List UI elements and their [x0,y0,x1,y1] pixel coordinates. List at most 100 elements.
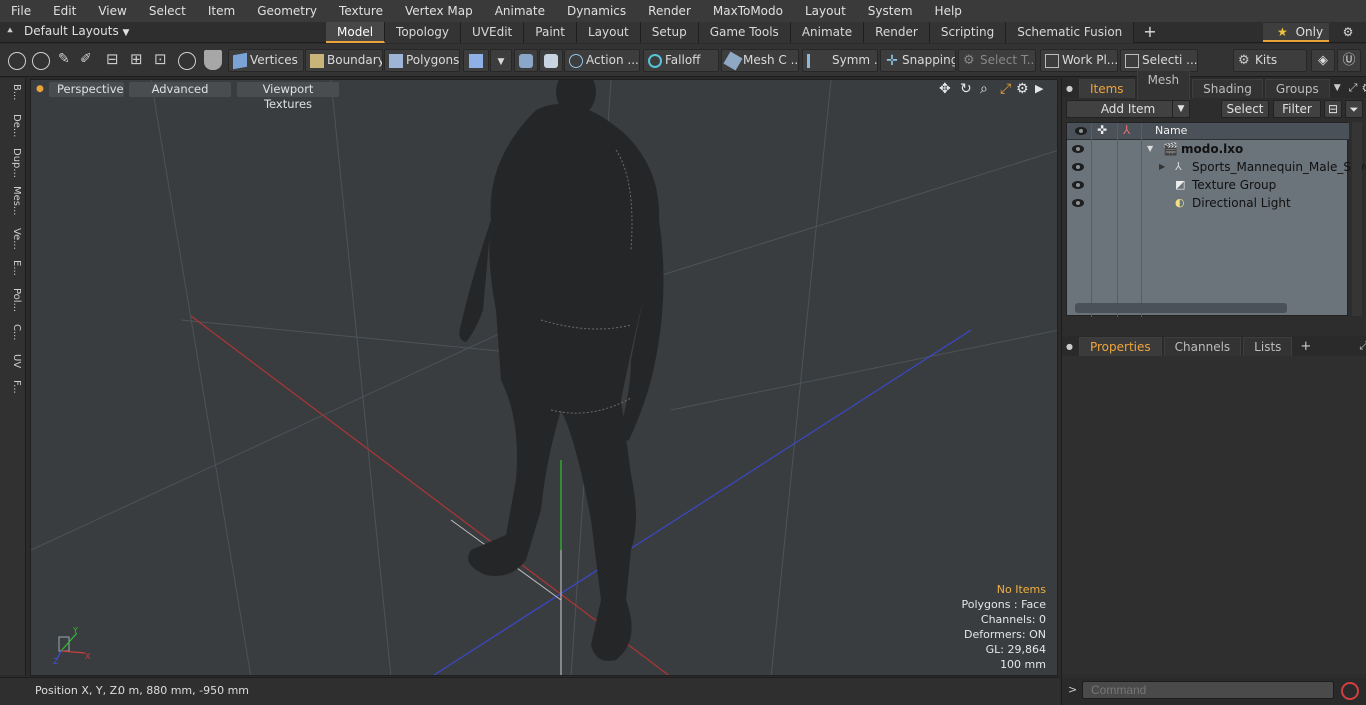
name-column-header[interactable]: Name [1155,124,1187,137]
list-item[interactable]: ◐ Directional Light [1067,194,1349,212]
gear-icon[interactable]: ⚙ [1339,24,1357,40]
tabs-dropdown-icon[interactable]: ▼ [1334,83,1341,93]
menu-view[interactable]: View [87,0,137,22]
strip-tab-basic[interactable]: B... [4,84,22,100]
filter-funnel-button[interactable]: ⏷ [1345,100,1363,118]
unity-button[interactable]: ◈ [1311,49,1335,72]
panel-dot-icon[interactable]: ● [1066,84,1073,93]
layout-collapse-icon[interactable]: ⯅ [6,26,14,37]
select-circle-icon[interactable] [8,52,26,70]
tab-render[interactable]: Render [864,22,930,43]
strip-tab-uv[interactable]: UV [4,354,22,368]
list-item[interactable]: ◩ Texture Group [1067,176,1349,194]
tab-uvedit[interactable]: UVEdit [461,22,525,43]
perspective-button[interactable]: Perspective [49,82,124,97]
only-toggle[interactable]: ★ Only [1263,23,1329,42]
vertical-scrollbar[interactable] [1352,122,1362,316]
expand-icon[interactable]: ▶ [1159,158,1165,176]
pan-icon[interactable]: ✥ [939,81,951,97]
tab-paint[interactable]: Paint [524,22,577,43]
kits-button[interactable]: ⚙ Kits [1233,49,1307,72]
brush-icon[interactable]: ✐ [80,51,92,67]
tab-animate[interactable]: Animate [790,22,865,43]
menu-item[interactable]: Item [197,0,246,22]
strip-tab-mesh-edit[interactable]: Mes... [4,186,22,216]
symmetry-mode-a-button[interactable] [514,49,538,72]
tab-groups[interactable]: Groups [1264,78,1330,98]
menu-maxtomodo[interactable]: MaxToModo [702,0,794,22]
menu-system[interactable]: System [857,0,924,22]
strip-tab-fusion[interactable]: F... [4,380,22,394]
item-mode-button[interactable] [463,49,489,72]
action-center-button[interactable]: Action ... [564,49,640,72]
record-icon[interactable] [1341,682,1359,700]
eye-icon[interactable] [1072,199,1084,207]
globe-icon[interactable] [32,52,50,70]
command-input[interactable] [1082,681,1334,699]
workplane-button[interactable]: Work Pl... [1040,49,1118,72]
expand-icon[interactable]: ▼ [1147,140,1153,158]
pen-tool-icon[interactable]: ✎ [58,51,70,67]
zoom-icon[interactable]: ⌕ [980,81,988,97]
strip-tab-vertex[interactable]: Ve... [4,228,22,250]
strip-tab-deform[interactable]: De... [4,114,22,137]
menu-help[interactable]: Help [924,0,973,22]
orbit-icon[interactable]: ↻ [960,81,972,97]
boundary-button[interactable]: Boundary [305,49,383,72]
tab-schematic-fusion[interactable]: Schematic Fusion [1006,22,1135,43]
polygons-button[interactable]: Polygons [384,49,460,72]
transform-icon[interactable]: ⊞ [130,50,143,68]
menu-render[interactable]: Render [637,0,702,22]
default-layouts-dropdown[interactable]: Default Layouts ▼ [24,24,129,38]
tab-game-tools[interactable]: Game Tools [698,22,791,43]
menu-layout[interactable]: Layout [794,0,857,22]
horizontal-scrollbar[interactable] [1075,303,1287,313]
eye-icon[interactable] [1072,163,1084,171]
mode-dropdown[interactable]: ▼ [490,49,512,72]
advanced-button[interactable]: Advanced [129,82,231,97]
menu-geometry[interactable]: Geometry [246,0,328,22]
unreal-button[interactable]: Ⓤ [1337,49,1361,72]
eye-icon[interactable] [1072,181,1084,189]
panel-gear-icon[interactable]: ⚙ [1361,81,1366,95]
collapse-button[interactable]: ⊟ [1324,100,1342,118]
tab-model[interactable]: Model [326,22,386,43]
panel-expand-icon[interactable]: ⤢ [1359,339,1366,353]
tab-layout[interactable]: Layout [576,22,641,43]
viewport-expand-icon[interactable]: ▶ [1035,82,1043,95]
strip-tab-duplicate[interactable]: Dup... [4,148,22,178]
list-item[interactable]: ▼ 🎬 modo.lxo [1067,140,1349,158]
strip-tab-curve[interactable]: C... [4,324,22,341]
symmetry-button[interactable]: Symm ... [802,49,878,72]
menu-dynamics[interactable]: Dynamics [556,0,637,22]
tab-scripting[interactable]: Scripting [929,22,1007,43]
symmetry-mode-b-button[interactable] [539,49,563,72]
maximize-icon[interactable]: ⤢ [1000,81,1011,97]
select-through-button[interactable]: ⚙ Select T... [958,49,1036,72]
snapping-button[interactable]: ✛ Snapping [880,49,956,72]
menu-edit[interactable]: Edit [42,0,87,22]
strip-tab-edge[interactable]: E... [4,260,22,276]
tab-items[interactable]: Items [1078,78,1135,98]
viewport-menu-dot[interactable]: ● [36,84,44,94]
add-item-dropdown[interactable]: ▼ [1172,100,1190,118]
tab-channels[interactable]: Channels [1163,336,1242,356]
viewport-gear-icon[interactable]: ⚙ [1016,81,1029,97]
menu-file[interactable]: File [0,0,42,22]
shield-icon[interactable] [204,50,222,70]
tab-topology[interactable]: Topology [385,22,462,43]
strip-tab-polygon[interactable]: Pol... [4,288,22,312]
tab-properties[interactable]: Properties [1078,336,1162,356]
menu-select[interactable]: Select [138,0,197,22]
align-icon[interactable]: ⊟ [106,50,119,68]
3d-viewport[interactable]: ● Perspective Advanced Viewport Textures… [30,79,1058,676]
add-tab-icon[interactable]: + [1300,339,1311,354]
mesh-constraints-button[interactable]: Mesh C ... [721,49,799,72]
element-icon[interactable]: ⊡ [154,50,167,68]
tab-lists[interactable]: Lists [1243,336,1293,356]
tab-shading[interactable]: Shading [1192,78,1263,98]
filter-button[interactable]: Filter [1273,100,1321,118]
vertices-button[interactable]: Vertices [228,49,304,72]
falloff-button[interactable]: Falloff [643,49,719,72]
select-button[interactable]: Select [1221,100,1269,118]
